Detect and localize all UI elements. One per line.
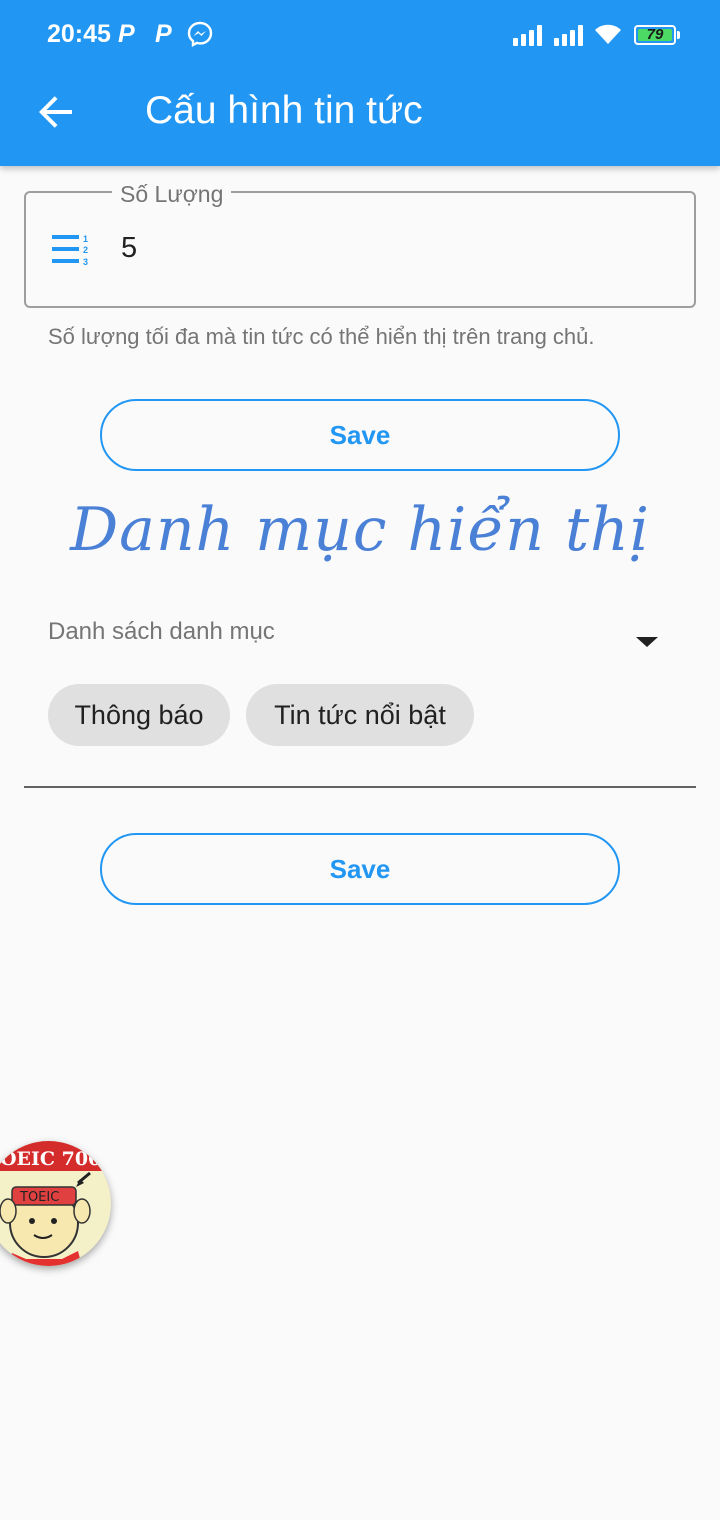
category-chip-label: Thông báo [74, 699, 204, 730]
bubble-badge-text: TOEIC [19, 1190, 59, 1205]
app-header: 20:45 P P 79 Cấu hình tin tức [0, 0, 720, 166]
dropdown-arrow-icon[interactable] [636, 637, 658, 647]
toeic-logo-icon: OEIC 700 TOEIC [0, 1141, 111, 1266]
signal-strength-icon-2 [554, 24, 583, 46]
category-chip[interactable]: Thông báo [48, 684, 230, 746]
svg-text:1: 1 [83, 234, 88, 244]
floating-app-bubble[interactable]: OEIC 700 TOEIC [0, 1141, 111, 1266]
quantity-field-label: Số Lượng [112, 181, 232, 208]
battery-level: 79 [646, 26, 664, 43]
bubble-top-text: OEIC 700 [0, 1148, 101, 1170]
category-chip[interactable]: Tin tức nổi bật [246, 684, 474, 746]
page-title: Cấu hình tin tức [145, 89, 423, 132]
notification-p-icon-2: P [155, 20, 172, 48]
svg-text:3: 3 [83, 257, 88, 267]
status-time: 20:45 [47, 20, 111, 48]
quantity-helper-text: Số lượng tối đa mà tin tức có thể hiển t… [48, 324, 595, 349]
save-categories-button[interactable]: Save [100, 833, 620, 905]
quantity-input[interactable]: 5 [121, 232, 137, 265]
battery-nub [677, 31, 680, 39]
save-quantity-button[interactable]: Save [100, 399, 620, 471]
category-chip-label: Tin tức nổi bật [274, 699, 446, 730]
battery-icon: 79 [634, 25, 676, 45]
signal-strength-icon [513, 24, 542, 46]
category-dropdown-label[interactable]: Danh sách danh mục [48, 618, 275, 646]
dropdown-underline [24, 786, 696, 788]
arrow-left-icon[interactable] [32, 88, 80, 136]
wifi-icon [595, 24, 621, 44]
section-title: Danh mục hiển thị [70, 495, 650, 565]
notification-p-icon: P [118, 20, 135, 48]
messenger-icon [187, 21, 213, 47]
svg-text:2: 2 [83, 245, 88, 255]
numbered-list-icon: 1 2 3 [52, 234, 88, 267]
